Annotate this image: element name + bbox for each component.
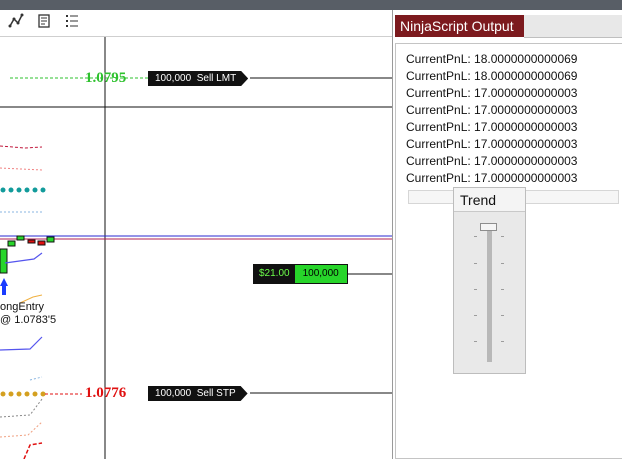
sell-stop-type: Sell STP — [196, 388, 236, 399]
slider-tick — [474, 236, 477, 237]
properties-tool-button[interactable] — [34, 13, 54, 33]
output-tab-bar — [524, 15, 622, 38]
trend-slider-thumb[interactable] — [480, 223, 497, 231]
indicator-line — [0, 145, 43, 149]
indicator-dots — [0, 187, 46, 193]
slider-tick — [474, 315, 477, 316]
slider-tick — [501, 341, 504, 342]
indicator-line — [23, 442, 43, 459]
trend-slider-track[interactable] — [487, 230, 492, 362]
indicator-line — [0, 421, 43, 438]
list-tool-button[interactable] — [62, 13, 82, 33]
slider-tick — [501, 315, 504, 316]
output-line: CurrentPnL: 17.0000000000003 — [406, 120, 578, 134]
slider-tick — [501, 263, 504, 264]
position-display[interactable]: $21.00 100,000 — [253, 264, 348, 284]
output-line: CurrentPnL: 17.0000000000003 — [406, 137, 578, 151]
list-icon — [64, 13, 80, 34]
draw-line-tool-button[interactable] — [6, 13, 26, 33]
indicator-line — [0, 398, 43, 418]
sell-limit-type: Sell LMT — [196, 73, 237, 84]
output-line: CurrentPnL: 17.0000000000003 — [406, 103, 578, 117]
output-line: CurrentPnL: 18.0000000000069 — [406, 69, 578, 83]
window-title-strip — [0, 0, 622, 10]
sell-stop-order-tag[interactable]: 100,000 Sell STP — [148, 386, 248, 401]
sell-stop-price-label: 1.0776 — [85, 385, 127, 401]
sell-stop-qty: 100,000 — [155, 388, 192, 399]
output-line: CurrentPnL: 18.0000000000069 — [406, 52, 578, 66]
slider-tick — [474, 289, 477, 290]
position-pnl: $21.00 — [254, 265, 295, 283]
indicator-dots — [0, 391, 46, 397]
properties-icon — [36, 13, 52, 34]
sell-limit-order-tag[interactable]: 100,000 Sell LMT — [148, 71, 248, 86]
output-lines: CurrentPnL: 18.0000000000069 CurrentPnL:… — [406, 51, 577, 187]
trend-panel: Trend — [453, 187, 526, 374]
output-line: CurrentPnL: 17.0000000000003 — [406, 171, 578, 185]
trend-panel-title: Trend — [454, 188, 525, 212]
price-chart[interactable]: 1.0795 100,000 Sell LMT $21.00 100,000 o… — [0, 37, 392, 459]
chart-toolbar — [0, 10, 392, 37]
candlesticks — [0, 235, 55, 274]
slider-tick — [501, 289, 504, 290]
indicator-line — [4, 252, 43, 264]
entry-signal-name: ongEntry — [0, 301, 45, 313]
position-qty: 100,000 — [294, 265, 347, 283]
sell-limit-price-label: 1.0795 — [85, 70, 127, 86]
output-line: CurrentPnL: 17.0000000000003 — [406, 86, 578, 100]
indicator-line — [29, 376, 43, 381]
buy-signal-arrow — [0, 278, 8, 295]
indicator-line — [0, 167, 43, 171]
sell-limit-qty: 100,000 — [155, 73, 192, 84]
indicator-line — [0, 336, 43, 351]
output-line: CurrentPnL: 17.0000000000003 — [406, 154, 578, 168]
output-window-tab[interactable]: NinjaScript Output — [395, 15, 524, 37]
line-chart-icon — [8, 13, 24, 34]
slider-tick — [501, 236, 504, 237]
slider-tick — [474, 341, 477, 342]
entry-signal-fill: @ 1.0783'5 — [0, 314, 57, 326]
slider-tick — [474, 263, 477, 264]
